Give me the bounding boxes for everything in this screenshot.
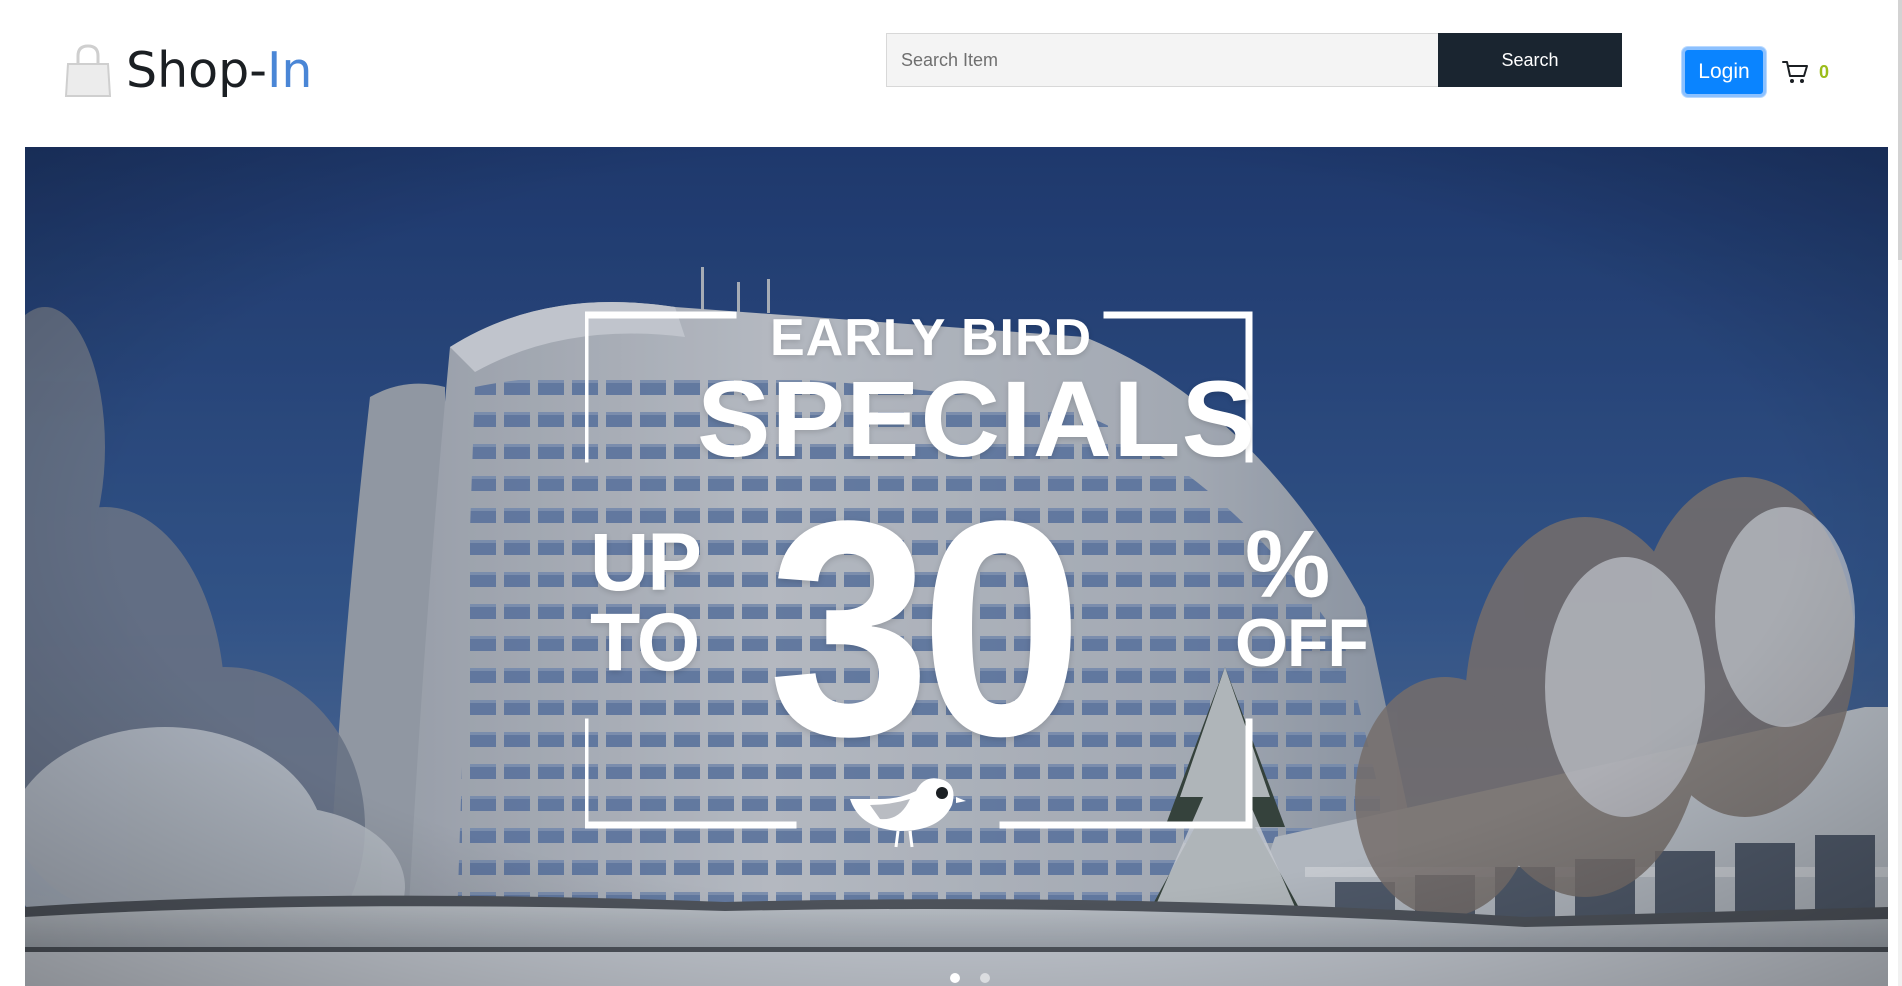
- login-button[interactable]: Login: [1682, 47, 1766, 97]
- bird-icon: [850, 778, 966, 848]
- brand-name-suffix: In: [266, 41, 313, 99]
- search-button[interactable]: Search: [1438, 33, 1622, 87]
- brand-name: Shop-In: [126, 46, 312, 95]
- promo-percent-sign: %: [1245, 511, 1331, 618]
- promo-up: UP: [590, 517, 702, 608]
- cart-button[interactable]: 0: [1781, 56, 1829, 88]
- cart-count-badge: 0: [1819, 61, 1830, 82]
- carousel-indicator-1[interactable]: [950, 973, 960, 983]
- cart-icon: [1782, 61, 1808, 83]
- brand-name-prefix: Shop-: [126, 41, 267, 99]
- promo-to: TO: [590, 597, 700, 688]
- hero-carousel[interactable]: EARLY BIRD SPECIALS UP TO 30 % OFF: [25, 147, 1888, 986]
- site-header: Shop-In Search Login 0: [0, 0, 1902, 147]
- brand-logo-link[interactable]: Shop-In: [62, 38, 312, 102]
- shopping-bag-icon: [64, 44, 112, 97]
- search-form: Search: [886, 33, 1622, 87]
- page-scrollbar[interactable]: [1898, 0, 1902, 986]
- promo-overlay: EARLY BIRD SPECIALS UP TO 30 % OFF: [585, 307, 1375, 867]
- search-input[interactable]: [886, 33, 1438, 87]
- promo-discount-value: 30: [768, 457, 1083, 800]
- page: Shop-In Search Login 0: [0, 0, 1902, 986]
- carousel-indicator-2[interactable]: [980, 973, 990, 983]
- promo-off: OFF: [1235, 605, 1369, 681]
- carousel-indicators: [950, 973, 990, 983]
- promo-early-bird: EARLY BIRD: [770, 309, 1093, 367]
- page-scrollbar-thumb[interactable]: [1898, 0, 1902, 260]
